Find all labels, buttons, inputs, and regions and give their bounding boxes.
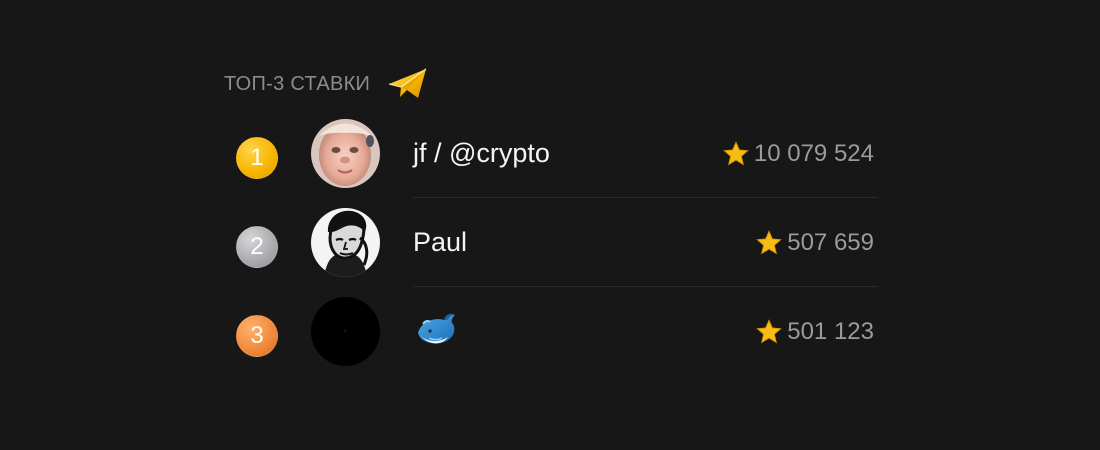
star-icon <box>756 319 782 344</box>
header-title: ТОП-3 СТАВКИ <box>224 72 371 95</box>
man-silhouette-avatar <box>311 208 380 277</box>
leaderboard-row[interactable]: 1 jf / @crypto 10 079 524 <box>224 109 878 198</box>
leaderboard-row[interactable]: 3 501 123 <box>224 287 878 376</box>
baby-photo-avatar <box>311 119 380 188</box>
bet-amount: 10 079 524 <box>722 138 874 170</box>
bet-value: 501 123 <box>787 318 874 345</box>
whale-emoji-icon <box>418 313 455 344</box>
top-bets-panel: ТОП-3 СТАВКИ 1 jf / @crypto 10 079 524 2… <box>0 0 1100 450</box>
bet-amount: 501 123 <box>755 316 874 348</box>
star-icon <box>756 230 782 255</box>
top-bets-list: 1 jf / @crypto 10 079 524 2 Paul 507 659… <box>224 109 878 376</box>
rank-badge: 2 <box>236 226 278 268</box>
leaderboard-row[interactable]: 2 Paul 507 659 <box>224 198 878 287</box>
bet-value: 507 659 <box>787 229 874 256</box>
user-name: jf / @crypto <box>413 138 550 168</box>
black-avatar <box>311 297 380 366</box>
user-name: Paul <box>413 227 468 257</box>
bet-amount: 507 659 <box>755 227 874 259</box>
paper-plane-icon <box>389 68 427 98</box>
rank-badge: 1 <box>236 137 278 179</box>
top-bets-header: ТОП-3 СТАВКИ <box>224 66 430 102</box>
rank-badge: 3 <box>236 315 278 357</box>
star-icon <box>723 141 749 166</box>
bet-value: 10 079 524 <box>753 140 874 167</box>
